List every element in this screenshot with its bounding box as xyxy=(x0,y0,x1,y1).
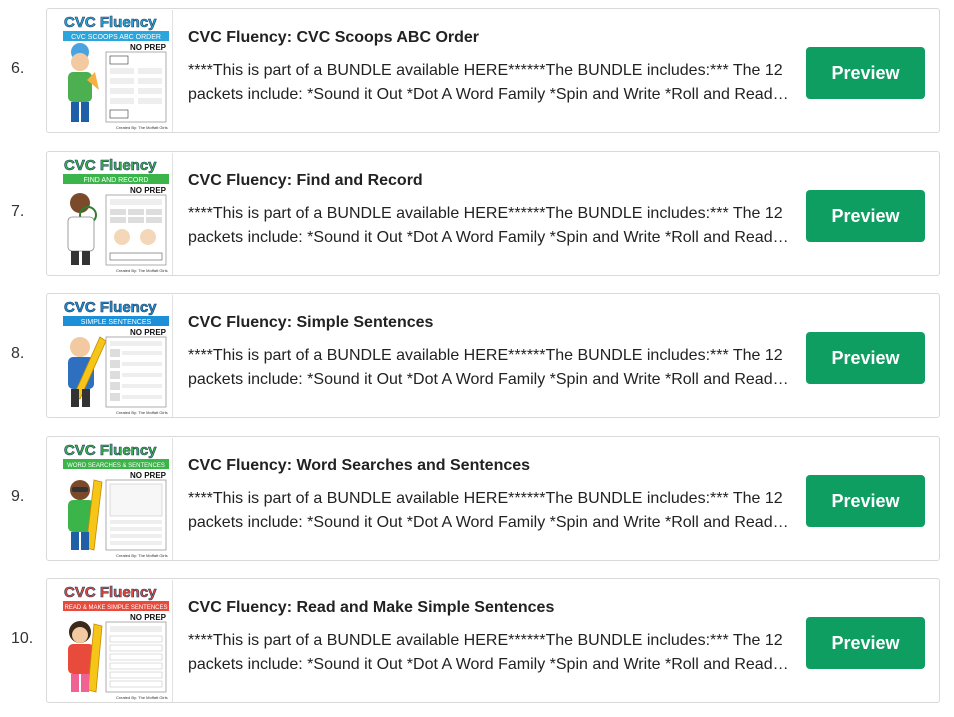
item-number: 10. xyxy=(11,630,34,647)
list-item: 8. CVC Fluency SIMPLE SENTENCES NO PREP xyxy=(0,293,954,420)
product-description: ****This is part of a BUNDLE available H… xyxy=(188,347,783,388)
item-number: 6. xyxy=(11,60,25,77)
preview-button[interactable]: Preview xyxy=(806,617,925,669)
product-card: CVC Fluency READ & MAKE SIMPLE SENTENCES… xyxy=(46,578,940,703)
thumb-brand: CVC Fluency xyxy=(64,14,157,31)
thumb-credit: Created By: The Moffatt Girls xyxy=(116,553,168,558)
list-item: 9. CVC Fluency WORD SEARCHES & SENTENCES… xyxy=(0,436,954,563)
thumb-banner: READ & MAKE SIMPLE SENTENCES xyxy=(64,605,167,611)
preview-button[interactable]: Preview xyxy=(806,190,925,242)
product-card: CVC Fluency CVC SCOOPS ABC ORDER NO PREP xyxy=(46,8,940,133)
thumb-banner: CVC SCOOPS ABC ORDER xyxy=(71,34,161,41)
thumb-tag: NO PREP xyxy=(130,613,167,622)
product-thumbnail[interactable]: CVC Fluency WORD SEARCHES & SENTENCES NO… xyxy=(60,438,173,560)
item-number: 8. xyxy=(11,345,25,362)
preview-button[interactable]: Preview xyxy=(806,332,925,384)
preview-button[interactable]: Preview xyxy=(806,47,925,99)
thumb-credit: Created By: The Moffatt Girls xyxy=(116,125,168,130)
list-item: 10. CVC Fluency READ & MAKE SIMPLE SENTE… xyxy=(0,578,954,705)
thumb-tag: NO PREP xyxy=(130,43,167,52)
thumb-brand: CVC Fluency xyxy=(64,157,157,174)
item-number: 7. xyxy=(11,203,25,220)
product-title[interactable]: CVC Fluency: Find and Record xyxy=(188,172,423,190)
product-card: CVC Fluency FIND AND RECORD NO PREP Crea… xyxy=(46,151,940,276)
list-item: 6. CVC Fluency CVC SCOOPS ABC ORDER NO P… xyxy=(0,8,954,135)
thumb-brand: CVC Fluency xyxy=(64,299,157,316)
product-thumbnail[interactable]: CVC Fluency READ & MAKE SIMPLE SENTENCES… xyxy=(60,580,173,702)
thumb-brand: CVC Fluency xyxy=(64,442,157,459)
item-number: 9. xyxy=(11,488,25,505)
product-title[interactable]: CVC Fluency: Read and Make Simple Senten… xyxy=(188,599,554,617)
product-description: ****This is part of a BUNDLE available H… xyxy=(188,632,783,673)
product-thumbnail[interactable]: CVC Fluency SIMPLE SENTENCES NO PREP Cre… xyxy=(60,295,173,417)
product-title[interactable]: CVC Fluency: CVC Scoops ABC Order xyxy=(188,29,479,47)
thumb-tag: NO PREP xyxy=(130,186,167,195)
product-title[interactable]: CVC Fluency: Simple Sentences xyxy=(188,314,433,332)
thumb-tag: NO PREP xyxy=(130,328,167,337)
product-card: CVC Fluency SIMPLE SENTENCES NO PREP Cre… xyxy=(46,293,940,418)
product-list: 6. CVC Fluency CVC SCOOPS ABC ORDER NO P… xyxy=(0,0,954,717)
thumb-banner: SIMPLE SENTENCES xyxy=(81,319,152,326)
product-description: ****This is part of a BUNDLE available H… xyxy=(188,490,783,531)
product-thumbnail[interactable]: CVC Fluency CVC SCOOPS ABC ORDER NO PREP xyxy=(60,10,173,132)
product-description: ****This is part of a BUNDLE available H… xyxy=(188,205,783,246)
thumb-tag: NO PREP xyxy=(130,471,167,480)
list-item: 7. CVC Fluency FIND AND RECORD NO PREP C… xyxy=(0,151,954,278)
thumb-banner: FIND AND RECORD xyxy=(84,177,149,184)
product-card: CVC Fluency WORD SEARCHES & SENTENCES NO… xyxy=(46,436,940,561)
product-title[interactable]: CVC Fluency: Word Searches and Sentences xyxy=(188,457,530,475)
product-description: ****This is part of a BUNDLE available H… xyxy=(188,62,783,103)
thumb-credit: Created By: The Moffatt Girls xyxy=(116,410,168,415)
thumb-banner: WORD SEARCHES & SENTENCES xyxy=(67,463,165,469)
product-thumbnail[interactable]: CVC Fluency FIND AND RECORD NO PREP Crea… xyxy=(60,153,173,275)
thumb-credit: Created By: The Moffatt Girls xyxy=(116,695,168,700)
preview-button[interactable]: Preview xyxy=(806,475,925,527)
thumb-credit: Created By: The Moffatt Girls xyxy=(116,268,168,273)
thumb-brand: CVC Fluency xyxy=(64,584,157,601)
